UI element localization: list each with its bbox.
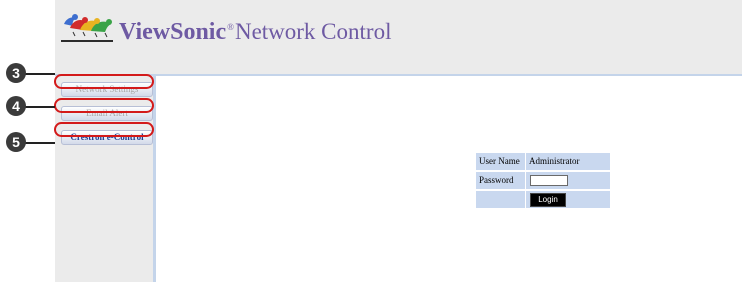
sidebar-nav: Network Settings Email Alert Crestron e-…	[55, 76, 156, 282]
username-value: Administrator	[526, 153, 610, 170]
sidebar-item-crestron-e-control[interactable]: Crestron e-Control	[61, 130, 153, 145]
password-label: Password	[476, 172, 525, 189]
callout-leader-line	[22, 73, 55, 75]
brand-name: ViewSonic	[119, 19, 227, 45]
username-label: User Name	[476, 153, 525, 170]
logo-underline	[61, 40, 113, 42]
app-header: ViewSonic®Network Control	[55, 0, 742, 76]
login-button-cell: Login	[526, 191, 610, 208]
empty-cell	[476, 191, 525, 208]
callout-leader-line	[22, 106, 55, 108]
callout-leader-line	[22, 142, 55, 144]
viewsonic-birds-logo-icon	[64, 14, 112, 38]
login-button[interactable]: Login	[530, 193, 566, 207]
login-button-row: Login	[476, 191, 610, 209]
callout-badge-3: 3	[6, 63, 26, 83]
password-row: Password	[476, 172, 610, 190]
registered-mark: ®	[227, 22, 234, 32]
username-row: User Name Administrator	[476, 153, 610, 171]
brand-title: ViewSonic®Network Control	[119, 12, 391, 47]
callout-badge-4: 4	[6, 96, 26, 116]
password-cell	[526, 172, 610, 189]
sidebar-item-network-settings[interactable]: Network Settings	[61, 82, 153, 97]
callout-badge-5: 5	[6, 132, 26, 152]
sidebar-item-email-alert[interactable]: Email Alert	[61, 106, 153, 121]
product-name: Network Control	[234, 19, 392, 44]
password-input[interactable]	[530, 175, 568, 186]
